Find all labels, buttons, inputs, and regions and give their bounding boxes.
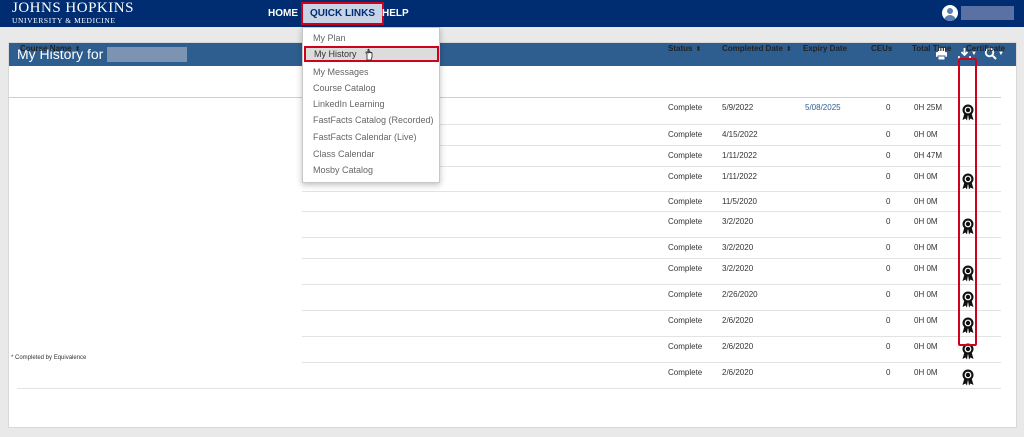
cell-completed-date: 5/9/2022 <box>722 103 754 112</box>
cell-status: Complete <box>668 290 703 299</box>
cell-total-time: 0H 0M <box>914 290 938 299</box>
quick-links-menu: My Plan My History My Messages Course Ca… <box>302 27 440 183</box>
menu-item-class-calendar[interactable]: Class Calendar <box>313 149 375 159</box>
logo-title: JOHNS HOPKINS <box>12 0 134 16</box>
cell-total-time: 0H 0M <box>914 217 938 226</box>
row-divider <box>17 388 1001 389</box>
nav-home[interactable]: HOME <box>268 0 298 27</box>
cell-total-time: 0H 0M <box>914 316 938 325</box>
footnote: * Completed by Equivalence <box>11 355 87 361</box>
cell-completed-date: 2/6/2020 <box>722 342 754 351</box>
row-divider <box>302 191 1001 192</box>
jhu-logo[interactable]: JOHNS HOPKINS UNIVERSITY & MEDICINE <box>12 0 134 25</box>
cell-status: Complete <box>668 172 703 181</box>
sort-icon[interactable]: ⬍ <box>786 46 792 53</box>
cell-ceus: 0 <box>886 290 891 299</box>
cell-ceus: 0 <box>886 151 891 160</box>
menu-item-my-history[interactable]: My History <box>304 46 439 62</box>
sort-icon[interactable]: ⬍ <box>695 46 701 53</box>
row-divider <box>302 336 1001 337</box>
cell-ceus: 0 <box>886 197 891 206</box>
history-panel: My History for ▼ ▼ <box>8 42 1017 428</box>
top-nav-bar: JOHNS HOPKINS UNIVERSITY & MEDICINE HOME… <box>0 0 1024 27</box>
cell-ceus: 0 <box>886 103 891 112</box>
user-avatar-icon[interactable] <box>942 5 958 21</box>
row-divider <box>302 284 1001 285</box>
row-divider <box>302 211 1001 212</box>
cell-completed-date: 2/6/2020 <box>722 368 754 377</box>
row-divider <box>302 237 1001 238</box>
nav-help[interactable]: HELP <box>382 0 409 27</box>
row-divider <box>302 258 1001 259</box>
certificate-ribbon-icon[interactable] <box>961 369 975 386</box>
menu-item-my-messages[interactable]: My Messages <box>313 67 369 77</box>
col-certificate: Certificate <box>966 44 1006 53</box>
cell-expiry-date[interactable]: 5/08/2025 <box>805 103 841 112</box>
cell-ceus: 0 <box>886 217 891 226</box>
cell-ceus: 0 <box>886 316 891 325</box>
cell-completed-date: 3/2/2020 <box>722 243 754 252</box>
col-ceus: CEUs <box>871 44 893 53</box>
cell-completed-date: 1/11/2022 <box>722 172 757 181</box>
menu-item-course-catalog[interactable]: Course Catalog <box>313 83 376 93</box>
cell-ceus: 0 <box>886 264 891 273</box>
menu-item-my-plan[interactable]: My Plan <box>313 33 346 43</box>
cell-completed-date: 1/11/2022 <box>722 151 757 160</box>
title-user-redacted <box>107 47 187 62</box>
cell-total-time: 0H 0M <box>914 130 938 139</box>
col-expiry-date[interactable]: Expiry Date <box>803 44 847 53</box>
cell-status: Complete <box>668 316 703 325</box>
logo-subtitle: UNIVERSITY & MEDICINE <box>12 16 116 25</box>
cell-status: Complete <box>668 243 703 252</box>
cell-ceus: 0 <box>886 130 891 139</box>
panel-header: My History for ▼ ▼ <box>9 43 1016 66</box>
certificate-column-highlight <box>958 58 977 346</box>
col-total-time: Total Time <box>912 44 952 53</box>
hand-cursor-icon <box>365 48 373 61</box>
col-course-name[interactable]: Course Name ⬍ <box>20 44 80 53</box>
menu-item-mosby-catalog[interactable]: Mosby Catalog <box>313 165 373 175</box>
row-divider <box>302 362 1001 363</box>
cell-status: Complete <box>668 217 703 226</box>
nav-quick-links[interactable]: QUICK LINKS <box>301 2 384 25</box>
cell-status: Complete <box>668 103 703 112</box>
cell-status: Complete <box>668 342 703 351</box>
cell-total-time: 0H 0M <box>914 243 938 252</box>
cell-ceus: 0 <box>886 243 891 252</box>
cell-total-time: 0H 47M <box>914 151 943 160</box>
cell-status: Complete <box>668 264 703 273</box>
col-status[interactable]: Status ⬍ <box>668 44 701 53</box>
cell-completed-date: 2/6/2020 <box>722 316 754 325</box>
cell-status: Complete <box>668 130 703 139</box>
cell-status: Complete <box>668 197 703 206</box>
menu-item-linkedin-learning[interactable]: LinkedIn Learning <box>313 99 385 109</box>
user-name-redacted[interactable] <box>961 6 1014 20</box>
sort-icon[interactable]: ⬍ <box>75 46 81 53</box>
cell-total-time: 0H 0M <box>914 368 938 377</box>
cell-total-time: 0H 0M <box>914 342 938 351</box>
cell-completed-date: 4/15/2022 <box>722 130 758 139</box>
cell-completed-date: 3/2/2020 <box>722 217 754 226</box>
menu-item-my-history-label: My History <box>314 49 357 59</box>
cell-total-time: 0H 0M <box>914 172 938 181</box>
cell-total-time: 0H 25M <box>914 103 943 112</box>
row-divider <box>302 310 1001 311</box>
cell-ceus: 0 <box>886 342 891 351</box>
cell-completed-date: 3/2/2020 <box>722 264 754 273</box>
cell-ceus: 0 <box>886 172 891 181</box>
menu-item-fastfacts-catalog[interactable]: FastFacts Catalog (Recorded) <box>313 115 434 125</box>
cell-ceus: 0 <box>886 368 891 377</box>
cell-completed-date: 2/26/2020 <box>722 290 758 299</box>
cell-total-time: 0H 0M <box>914 264 938 273</box>
cell-status: Complete <box>668 368 703 377</box>
cell-status: Complete <box>668 151 703 160</box>
cell-total-time: 0H 0M <box>914 197 938 206</box>
col-completed-date[interactable]: Completed Date ⬍ <box>722 44 792 53</box>
menu-item-fastfacts-calendar[interactable]: FastFacts Calendar (Live) <box>313 132 417 142</box>
cell-completed-date: 11/5/2020 <box>722 197 757 206</box>
header-divider <box>8 97 1001 98</box>
